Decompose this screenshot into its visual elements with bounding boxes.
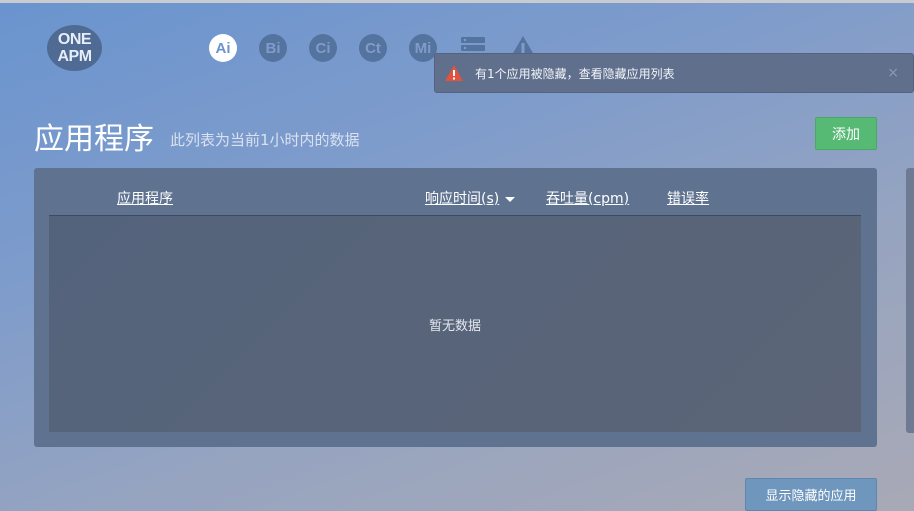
nav-ct[interactable]: Ct (358, 33, 388, 63)
table-body: 暂无数据 (49, 215, 861, 432)
hidden-apps-link[interactable]: 有1个应用被隐藏，查看隐藏应用列表 (475, 65, 675, 82)
nav-ci-label: Ci (309, 34, 337, 62)
logo-text-line2: APM (57, 48, 92, 65)
show-hidden-apps-button[interactable]: 显示隐藏的应用 (745, 478, 877, 511)
logo-text-line1: ONE (57, 31, 92, 48)
nav-ai[interactable]: Ai (208, 33, 238, 63)
add-button[interactable]: 添加 (815, 117, 877, 150)
hidden-apps-notice: 有1个应用被隐藏，查看隐藏应用列表 × (434, 53, 914, 93)
warning-icon (445, 65, 463, 81)
nav-ct-label: Ct (359, 34, 387, 62)
page-subtitle: 此列表为当前1小时内的数据 (170, 131, 360, 149)
nav-ci[interactable]: Ci (308, 33, 338, 63)
column-header-response-time-label: 响应时间(s) (425, 191, 500, 207)
nav-bi-label: Bi (259, 34, 287, 62)
sort-desc-icon (505, 196, 516, 202)
oneapm-logo[interactable]: ONE APM (47, 25, 102, 71)
column-header-error-rate[interactable]: 错误率 (667, 188, 709, 208)
close-icon[interactable]: × (887, 65, 899, 81)
page-title: 应用程序 (34, 122, 154, 157)
nav-bi[interactable]: Bi (258, 33, 288, 63)
column-header-application[interactable]: 应用程序 (117, 188, 173, 208)
column-header-response-time[interactable]: 响应时间(s) (425, 188, 516, 208)
nav-ai-label: Ai (209, 34, 237, 62)
window-top-border (0, 0, 914, 3)
column-header-throughput[interactable]: 吞吐量(cpm) (546, 188, 629, 208)
side-panel-edge (906, 168, 914, 433)
empty-state-text: 暂无数据 (428, 318, 481, 334)
nav-mi-label: Mi (409, 34, 437, 62)
